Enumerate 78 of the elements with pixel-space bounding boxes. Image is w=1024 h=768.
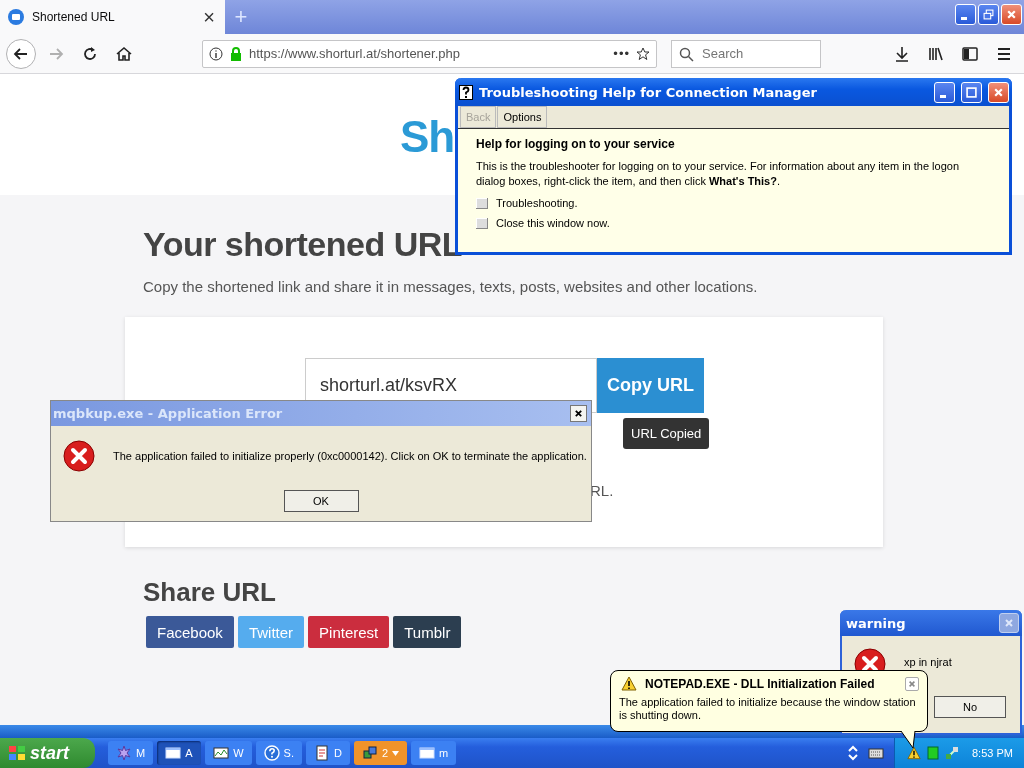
star-icon[interactable] [636, 46, 650, 61]
minimize-button[interactable] [934, 81, 955, 103]
help-icon [263, 745, 280, 761]
maximize-button[interactable] [961, 81, 982, 103]
dialog-title: mqbkup.exe - Application Error [53, 406, 284, 421]
sidebar-icon [961, 44, 979, 63]
home-icon [115, 44, 133, 63]
dialog-title: warning [846, 615, 907, 631]
help-text: This is the troubleshooter for logging on to your service. For information about any item in the logon dialog boxes, right-click the item, and then click What's This?. [476, 159, 961, 189]
back-button[interactable] [6, 38, 36, 69]
close-icon [993, 86, 1004, 98]
info-icon[interactable] [209, 46, 223, 61]
warning-message: xp in njrat [904, 656, 952, 668]
balloon-message: The application failed to initialize because the window station is shutting down. [619, 696, 917, 722]
close-icon [574, 409, 583, 418]
balloon-title: NOTEPAD.EXE - DLL Initialization Failed [645, 676, 876, 691]
ok-button[interactable]: OK [283, 490, 359, 512]
error-message: The application failed to initialize properly (0xc0000142). Click on OK to terminate the application. [113, 450, 587, 462]
reload-icon [81, 44, 99, 63]
option-label[interactable]: Troubleshooting. [496, 197, 578, 209]
option-button[interactable] [476, 197, 488, 209]
clock: 8:53 PM [972, 747, 1013, 759]
network-icon [361, 745, 378, 761]
tab-title: Shortened URL [32, 10, 116, 24]
close-icon [908, 679, 916, 688]
no-button[interactable]: No [934, 696, 1006, 718]
window-icon [419, 745, 436, 761]
tab-close-button[interactable]: × [201, 5, 217, 29]
error-icon [63, 440, 95, 472]
start-button[interactable]: start [0, 738, 95, 768]
warning-icon [621, 676, 637, 691]
maximize-icon [966, 86, 977, 98]
restore-button[interactable] [978, 4, 999, 25]
option-label[interactable]: Close this window now. [496, 217, 610, 229]
taskbar-button[interactable]: W [205, 741, 252, 765]
close-icon [1006, 9, 1017, 20]
taskbar-button[interactable]: A [157, 741, 202, 765]
minimize-icon [939, 94, 946, 98]
page-actions-button[interactable]: ••• [613, 46, 630, 61]
taskbar-button[interactable]: m [411, 741, 457, 765]
window-title: Troubleshooting Help for Connection Manager [479, 84, 818, 100]
taskbar-button[interactable]: S. [255, 741, 302, 765]
help-icon [459, 84, 473, 100]
option-button[interactable] [476, 217, 488, 229]
search-field[interactable]: Search [671, 39, 821, 68]
restore-icon [983, 9, 994, 20]
scroll-arrows-icon[interactable] [846, 744, 860, 762]
copied-tooltip: URL Copied [623, 418, 710, 449]
page-subtitle: Copy the shortened link and share it in messages, texts, posts, websites and other locations. [143, 278, 759, 295]
share-button[interactable]: Pinterest [308, 616, 390, 648]
taskbar-button[interactable]: D [305, 741, 350, 765]
monitor-icon [213, 745, 230, 761]
close-button[interactable] [570, 405, 587, 422]
url-text: https://www.shorturl.at/shortener.php [249, 46, 461, 61]
document-icon [313, 745, 330, 761]
download-icon [893, 44, 911, 63]
warning-icon[interactable] [907, 746, 921, 760]
gear-icon [116, 745, 132, 761]
windows-flag-icon [8, 744, 26, 762]
share-button[interactable]: Tumblr [393, 616, 462, 648]
connection-icon[interactable] [945, 746, 959, 760]
caret-icon [392, 750, 400, 756]
share-heading: Share URL [143, 577, 277, 608]
browser-tab[interactable]: Shortened URL × [0, 0, 225, 34]
address-bar[interactable]: https://www.shorturl.at/shortener.php ••• [202, 39, 657, 68]
close-icon [1004, 618, 1014, 628]
toolbar-button[interactable]: Options [497, 106, 548, 128]
copy-url-button[interactable]: Copy URL [597, 358, 704, 413]
help-heading: Help for logging on to your service [476, 137, 676, 151]
minimize-icon [960, 17, 967, 20]
favicon-icon [8, 9, 24, 25]
search-icon [679, 46, 694, 62]
lock-icon [229, 46, 243, 61]
keyboard-icon[interactable] [868, 746, 884, 760]
window-icon [165, 745, 182, 761]
share-button[interactable]: Facebook [146, 616, 234, 648]
taskbar-button[interactable]: M [108, 741, 154, 765]
minimize-button[interactable] [955, 4, 976, 25]
